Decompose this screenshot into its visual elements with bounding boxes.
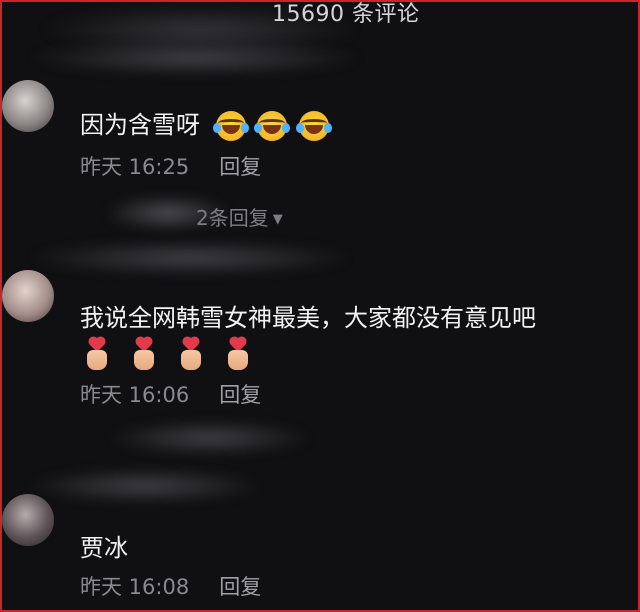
comment-text: 我说全网韩雪女神最美，大家都没有意见吧 (80, 298, 536, 333)
comment-count: 15690 条评论 (272, 2, 420, 27)
finger-heart-emoji (82, 337, 112, 372)
laughing-crying-emoji (212, 111, 249, 141)
avatar[interactable] (2, 494, 54, 546)
comment-meta: 昨天 16:08 回复 (80, 571, 261, 601)
finger-heart-emoji (129, 337, 159, 372)
comments-header: 15690 条评论 (0, 0, 640, 54)
blurred-username (110, 420, 310, 456)
comment-text: 因为含雪呀 (80, 105, 333, 141)
blurred-username (30, 468, 260, 504)
comment-meta: 昨天 16:06 回复 (80, 379, 261, 409)
chevron-down-icon: ▼ (272, 212, 283, 227)
comment-time: 昨天 16:06 (80, 383, 190, 407)
comment-body: 我说全网韩雪女神最美，大家都没有意见吧 (80, 304, 536, 332)
blurred-username (30, 40, 360, 76)
avatar[interactable] (2, 80, 54, 132)
blurred-username (30, 240, 350, 276)
laughing-crying-emoji (254, 111, 291, 141)
emoji-row (82, 337, 265, 376)
comment-body: 贾冰 (80, 534, 128, 562)
comment-time: 昨天 16:25 (80, 155, 190, 179)
expand-replies-button[interactable]: 2条回复 ▼ (196, 202, 283, 231)
laughing-crying-emoji (295, 111, 332, 141)
reply-button[interactable]: 回复 (219, 383, 261, 407)
emoji-row (212, 111, 333, 141)
reply-button[interactable]: 回复 (219, 155, 261, 179)
avatar[interactable] (2, 270, 54, 322)
comment-meta: 昨天 16:25 回复 (80, 151, 261, 181)
finger-heart-emoji (223, 337, 253, 372)
finger-heart-emoji (176, 337, 206, 372)
comment-body: 因为含雪呀 (80, 111, 200, 139)
comment-time: 昨天 16:08 (80, 575, 190, 599)
reply-button[interactable]: 回复 (219, 575, 261, 599)
replies-count: 2条回复 (196, 206, 269, 230)
comment-text: 贾冰 (80, 528, 128, 563)
